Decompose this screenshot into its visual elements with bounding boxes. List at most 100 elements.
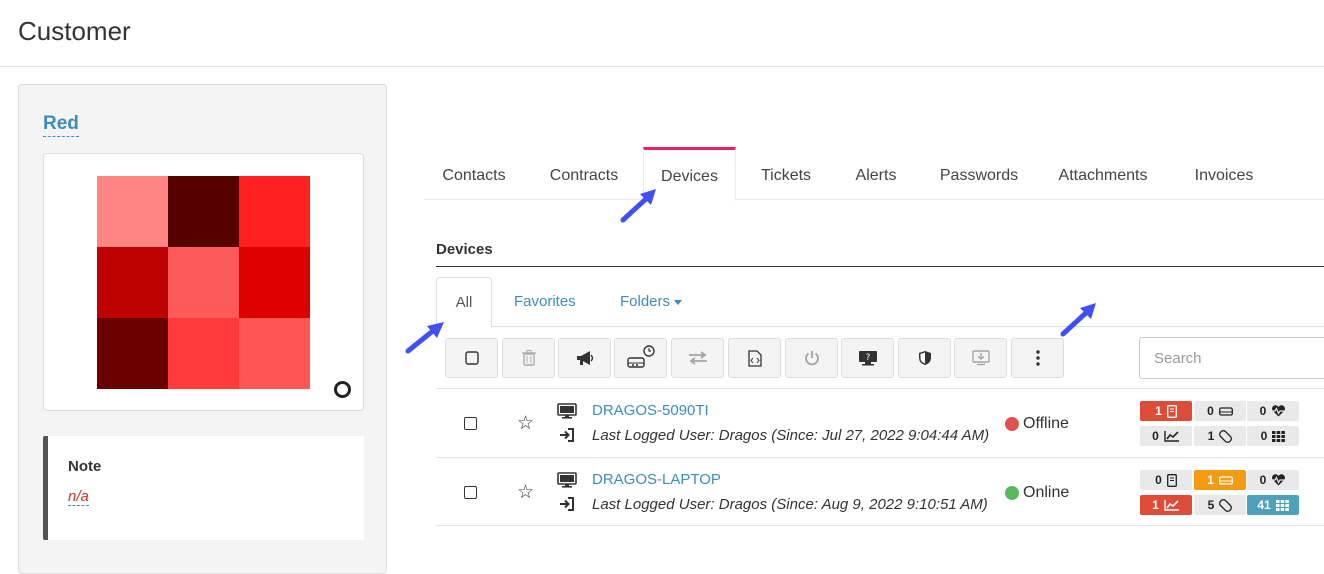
- status-dot: [1005, 417, 1019, 431]
- device-status: Online: [1023, 484, 1070, 501]
- tab-invoices[interactable]: Invoices: [1185, 147, 1263, 200]
- disks-badge[interactable]: 0: [1194, 401, 1246, 421]
- remote-desktop-button[interactable]: ?: [841, 338, 894, 378]
- grid-icon: [1272, 430, 1286, 442]
- device-search-input[interactable]: [1139, 337, 1324, 379]
- select-all-button[interactable]: [445, 338, 498, 378]
- vertical-dots-icon: [1035, 350, 1040, 366]
- heartbeat-icon: [1271, 474, 1287, 486]
- device-row[interactable]: ☆ DRAGOS-LAPTOP Last Logged User: Dragos…: [436, 457, 1324, 526]
- alerts-count: 0: [1155, 473, 1162, 487]
- hard-drive-icon: [1218, 407, 1233, 416]
- script-button[interactable]: [728, 338, 781, 378]
- performance-badge[interactable]: 0: [1140, 426, 1192, 446]
- health-badge[interactable]: 0: [1247, 470, 1299, 490]
- tab-passwords[interactable]: Passwords: [929, 147, 1029, 200]
- announce-button[interactable]: [558, 338, 611, 378]
- delete-button[interactable]: [502, 338, 555, 378]
- checkbox-icon: [464, 351, 479, 365]
- section-divider: [436, 266, 1324, 267]
- avatar-cell: [168, 247, 239, 318]
- hard-drive-icon: [1218, 476, 1233, 485]
- tablet-icon: [1166, 404, 1177, 418]
- performance-count: 1: [1152, 498, 1159, 512]
- line-chart-icon: [1164, 500, 1179, 511]
- monitor-help-icon: ?: [858, 351, 877, 366]
- subtab-folders[interactable]: Folders: [620, 277, 683, 327]
- security-button[interactable]: [898, 338, 951, 378]
- subtab-favorites[interactable]: Favorites: [514, 277, 576, 327]
- customer-name[interactable]: Red: [43, 113, 79, 137]
- transfer-icon: [688, 351, 707, 365]
- pointer-arrow-icon: [405, 322, 444, 354]
- avatar-cell: [239, 176, 310, 247]
- health-count: 0: [1259, 473, 1267, 487]
- status-dot: [1005, 486, 1019, 500]
- install-button[interactable]: [954, 338, 1007, 378]
- pointer-arrow-icon: [1060, 303, 1096, 337]
- scheduled-disk-button[interactable]: [614, 338, 667, 378]
- circle-icon: [334, 381, 351, 398]
- apps-count: 41: [1257, 498, 1271, 512]
- trash-icon: [521, 350, 536, 366]
- tab-alerts[interactable]: Alerts: [840, 147, 912, 200]
- note-title: Note: [68, 458, 102, 475]
- device-name-link[interactable]: DRAGOS-5090TI: [592, 402, 709, 419]
- desktop-icon: [557, 403, 577, 419]
- tab-attachments[interactable]: Attachments: [1048, 147, 1158, 200]
- apps-badge[interactable]: 41: [1247, 495, 1299, 515]
- devices-section-title: Devices: [436, 241, 493, 258]
- patches-badge[interactable]: 5: [1194, 495, 1246, 515]
- tab-tickets[interactable]: Tickets: [746, 147, 826, 200]
- sign-in-icon: [560, 428, 574, 442]
- row-checkbox[interactable]: [464, 417, 477, 430]
- health-count: 0: [1259, 404, 1267, 418]
- avatar-cell: [168, 318, 239, 389]
- star-icon[interactable]: ☆: [517, 483, 534, 502]
- health-badge[interactable]: 0: [1247, 401, 1299, 421]
- patches-count: 5: [1207, 498, 1215, 512]
- bandage-icon: [1219, 498, 1233, 512]
- power-button[interactable]: [785, 338, 838, 378]
- customer-tabs: Contacts Contracts Devices Tickets Alert…: [424, 147, 1324, 201]
- shield-icon: [918, 351, 931, 365]
- avatar-cell: [168, 176, 239, 247]
- device-name-link[interactable]: DRAGOS-LAPTOP: [592, 471, 721, 488]
- performance-badge[interactable]: 1: [1140, 495, 1192, 515]
- alerts-badge[interactable]: 1: [1140, 401, 1192, 421]
- apps-badge[interactable]: 0: [1247, 426, 1299, 446]
- avatar-cell: [97, 176, 168, 247]
- device-row[interactable]: ☆ DRAGOS-5090TI Last Logged User: Dragos…: [436, 388, 1324, 457]
- disks-count: 1: [1207, 473, 1214, 487]
- avatar-cell: [239, 247, 310, 318]
- caret-down-icon: [674, 299, 683, 305]
- customer-avatar-box: [43, 153, 364, 411]
- note-box: Note n/a: [43, 436, 364, 540]
- sign-in-icon: [560, 497, 574, 511]
- device-subtabs: All Favorites Folders: [436, 277, 1324, 328]
- row-checkbox[interactable]: [464, 486, 477, 499]
- tablet-icon: [1166, 473, 1177, 487]
- avatar-cell: [97, 318, 168, 389]
- pointer-arrow-icon: [620, 189, 656, 223]
- heartbeat-icon: [1271, 405, 1287, 417]
- note-value[interactable]: n/a: [68, 488, 89, 506]
- page-title: Customer: [18, 16, 131, 46]
- star-icon[interactable]: ☆: [517, 414, 534, 433]
- alerts-count: 1: [1155, 404, 1162, 418]
- desktop-icon: [557, 472, 577, 488]
- device-status: Offline: [1023, 415, 1069, 432]
- avatar-cell: [239, 318, 310, 389]
- avatar-cell: [97, 247, 168, 318]
- alerts-badge[interactable]: 0: [1140, 470, 1192, 490]
- disks-count: 0: [1207, 404, 1214, 418]
- transfer-button[interactable]: [671, 338, 724, 378]
- tab-contacts[interactable]: Contacts: [424, 147, 524, 200]
- last-logged-user: Last Logged User: Dragos (Since: Aug 9, …: [592, 496, 988, 513]
- subtab-folders-label: Folders: [620, 293, 671, 310]
- patches-badge[interactable]: 1: [1194, 426, 1246, 446]
- download-monitor-icon: [971, 350, 990, 366]
- disks-badge[interactable]: 1: [1194, 470, 1246, 490]
- patches-count: 1: [1207, 429, 1215, 443]
- more-options-button[interactable]: [1011, 338, 1064, 378]
